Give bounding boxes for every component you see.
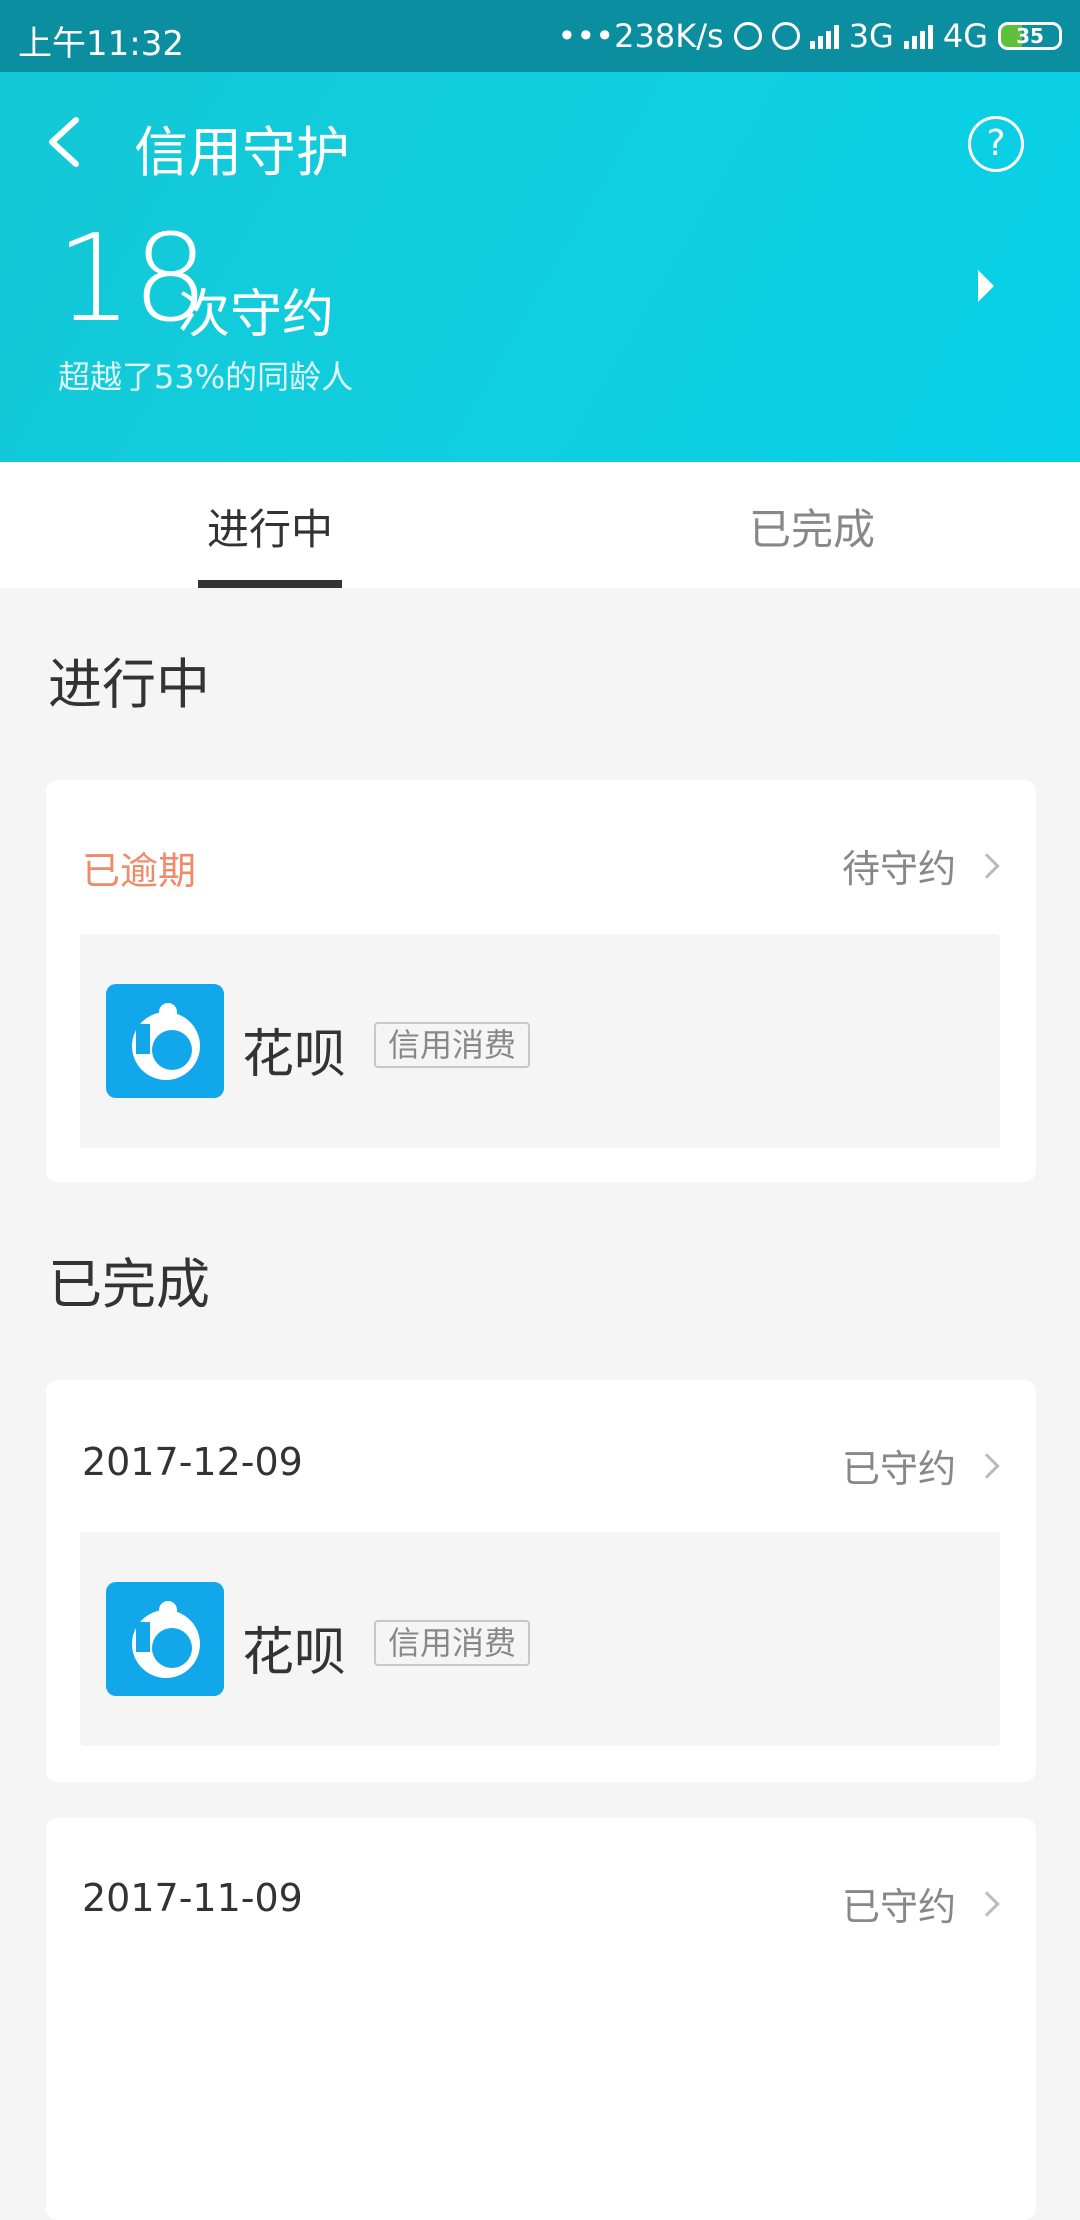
status-time: 上午11:32 [18, 24, 184, 64]
section-title-completed: 已完成 [48, 1253, 210, 1316]
card-body: 花呗 信用消费 [80, 934, 1000, 1148]
status-icons: •••238K/s 3G 4G 35 [558, 14, 1062, 58]
network-speed: •••238K/s [557, 17, 724, 55]
card-action-label: 待守约 [841, 847, 956, 891]
stats-subtitle: 超越了53%的同龄人 [58, 358, 354, 396]
status-bar: 上午11:32 •••238K/s 3G 4G 35 [0, 0, 1080, 72]
header-banner: 上午11:32 •••238K/s 3G 4G 35 信用守护 ? 18 次守约… [0, 0, 1080, 462]
contract-card[interactable]: 已逾期 待守约 花呗 信用消费 [46, 780, 1036, 1182]
signal-icon [809, 23, 839, 49]
card-status-overdue: 已逾期 [82, 849, 197, 893]
app-tag: 信用消费 [374, 1620, 531, 1666]
card-action[interactable]: 已守约 [841, 1438, 1000, 1493]
tab-bar: 进行中 已完成 [0, 462, 1080, 588]
card-body: 花呗 信用消费 [80, 1532, 1000, 1746]
card-action-label: 已守约 [841, 1885, 956, 1929]
signal-hd-icon [903, 23, 933, 49]
app-tag: 信用消费 [374, 1022, 531, 1068]
network-type-4g: 4G [942, 17, 988, 55]
contract-card[interactable]: 2017-12-09 已守约 花呗 信用消费 [46, 1380, 1036, 1782]
network-type-3g: 3G [848, 17, 894, 55]
app-name: 花呗 [242, 1623, 347, 1683]
chevron-right-icon [974, 1452, 1000, 1479]
card-date: 2017-12-09 [82, 1440, 303, 1484]
stats-detail-arrow-icon[interactable] [978, 270, 994, 302]
huabei-logo-icon [106, 984, 224, 1098]
stats-unit: 次守约 [178, 285, 335, 345]
battery-icon: 35 [998, 22, 1062, 50]
card-action[interactable]: 待守约 [841, 838, 1000, 893]
chevron-right-icon [974, 1890, 1000, 1917]
card-action[interactable]: 已守约 [841, 1876, 1000, 1931]
app-name: 花呗 [242, 1025, 347, 1085]
contract-card[interactable]: 2017-11-09 已守约 [46, 1818, 1036, 2220]
tab-completed[interactable]: 已完成 [702, 496, 922, 557]
section-title-ongoing: 进行中 [48, 653, 210, 716]
back-arrow-icon[interactable] [40, 112, 90, 172]
chevron-right-icon [974, 852, 1000, 879]
card-date: 2017-11-09 [82, 1876, 303, 1920]
huabei-logo-icon [106, 1582, 224, 1696]
help-icon[interactable]: ? [968, 116, 1024, 172]
hotspot-icon [733, 22, 762, 50]
page-title: 信用守护 [134, 121, 350, 184]
card-action-label: 已守约 [841, 1447, 956, 1491]
tab-active-indicator [198, 580, 342, 588]
tab-ongoing[interactable]: 进行中 [160, 496, 380, 557]
alarm-icon [771, 22, 800, 50]
